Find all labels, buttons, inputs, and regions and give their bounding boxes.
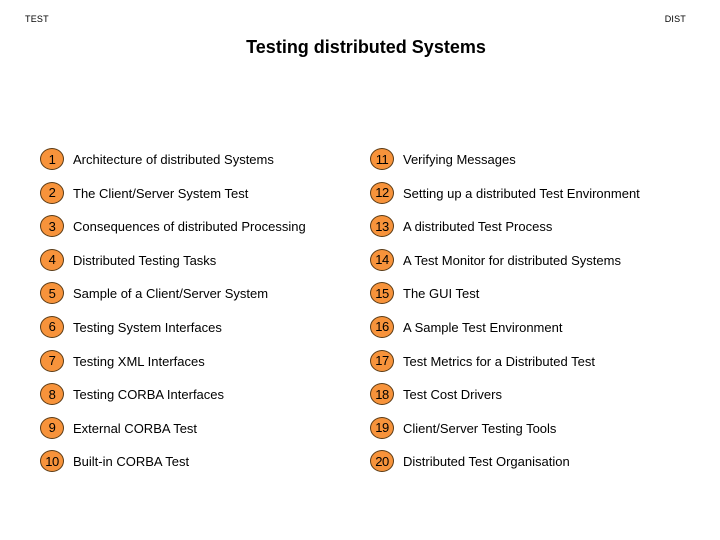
toc-item: 7 Testing XML Interfaces bbox=[40, 349, 306, 384]
number-badge: 11 bbox=[370, 148, 394, 170]
number-badge: 9 bbox=[40, 416, 64, 439]
toc-item: 8 Testing CORBA Interfaces bbox=[40, 383, 306, 417]
toc-item: 14 A Test Monitor for distributed System… bbox=[370, 248, 640, 283]
number-badge: 2 bbox=[40, 181, 64, 204]
number-badge: 6 bbox=[40, 315, 64, 338]
toc-item: 6 Testing System Interfaces bbox=[40, 315, 306, 350]
number-badge: 17 bbox=[370, 349, 394, 372]
toc-item-label: Testing CORBA Interfaces bbox=[73, 387, 225, 403]
number-badge: 7 bbox=[40, 349, 64, 372]
toc-item-label: Test Cost Drivers bbox=[403, 387, 502, 403]
toc-item-label: Sample of a Client/Server System bbox=[73, 286, 269, 302]
toc-item: 2 The Client/Server System Test bbox=[40, 181, 306, 216]
toc-item: 15 The GUI Test bbox=[370, 282, 640, 316]
toc-item-label: The Client/Server System Test bbox=[73, 185, 249, 201]
toc-item-label: Distributed Testing Tasks bbox=[73, 252, 217, 268]
toc-item: 5 Sample of a Client/Server System bbox=[40, 282, 306, 316]
toc-item-label: Testing XML Interfaces bbox=[73, 353, 205, 369]
toc-item-label: Client/Server Testing Tools bbox=[403, 420, 557, 436]
header-left-tag: TEST bbox=[25, 14, 49, 24]
toc-item: 19 Client/Server Testing Tools bbox=[370, 416, 640, 451]
toc-item-label: Test Metrics for a Distributed Test bbox=[403, 353, 595, 369]
toc-column-left: 1 Architecture of distributed Systems 2 … bbox=[40, 148, 306, 484]
toc-item: 9 External CORBA Test bbox=[40, 416, 306, 451]
toc-item: 13 A distributed Test Process bbox=[370, 215, 640, 249]
number-badge: 16 bbox=[370, 315, 394, 338]
number-badge: 4 bbox=[40, 248, 64, 271]
toc-column-right: 11 Verifying Messages 12 Setting up a di… bbox=[370, 148, 640, 484]
number-badge: 12 bbox=[370, 181, 394, 204]
number-badge: 14 bbox=[370, 248, 394, 271]
toc-item: 4 Distributed Testing Tasks bbox=[40, 248, 306, 283]
number-badge: 19 bbox=[370, 416, 394, 439]
toc-item-label: Verifying Messages bbox=[403, 152, 516, 167]
number-badge: 1 bbox=[40, 148, 64, 170]
toc-item-label: A distributed Test Process bbox=[403, 219, 553, 235]
toc-item: 10 Built-in CORBA Test bbox=[40, 450, 306, 484]
toc-item: 12 Setting up a distributed Test Environ… bbox=[370, 181, 640, 216]
toc-item: 16 A Sample Test Environment bbox=[370, 315, 640, 350]
number-badge: 10 bbox=[40, 450, 64, 473]
toc-item: 1 Architecture of distributed Systems bbox=[40, 148, 306, 182]
toc-item-label: A Sample Test Environment bbox=[403, 319, 563, 335]
number-badge: 3 bbox=[40, 215, 64, 238]
toc-item-label: Distributed Test Organisation bbox=[403, 454, 570, 470]
number-badge: 20 bbox=[370, 450, 394, 473]
toc-item: 20 Distributed Test Organisation bbox=[370, 450, 640, 484]
toc-item-label: A Test Monitor for distributed Systems bbox=[403, 252, 621, 268]
toc-item: 11 Verifying Messages bbox=[370, 148, 640, 182]
number-badge: 8 bbox=[40, 383, 64, 406]
number-badge: 15 bbox=[370, 282, 394, 305]
toc-item-label: Architecture of distributed Systems bbox=[73, 152, 274, 167]
number-badge: 18 bbox=[370, 383, 394, 406]
toc-item-label: The GUI Test bbox=[403, 286, 480, 302]
page-title: Testing distributed Systems bbox=[246, 37, 486, 57]
number-badge: 5 bbox=[40, 282, 64, 305]
header-right-tag: DIST bbox=[664, 14, 686, 24]
toc-item-label: Built-in CORBA Test bbox=[73, 454, 190, 470]
number-badge: 13 bbox=[370, 215, 394, 238]
toc-item-label: Setting up a distributed Test Environmen… bbox=[403, 185, 640, 201]
toc-item-label: External CORBA Test bbox=[73, 420, 198, 436]
toc-item: 3 Consequences of distributed Processing bbox=[40, 215, 306, 249]
toc-item-label: Testing System Interfaces bbox=[73, 319, 222, 335]
toc-item: 18 Test Cost Drivers bbox=[370, 383, 640, 417]
toc-item-label: Consequences of distributed Processing bbox=[73, 219, 306, 235]
toc-item: 17 Test Metrics for a Distributed Test bbox=[370, 349, 640, 384]
